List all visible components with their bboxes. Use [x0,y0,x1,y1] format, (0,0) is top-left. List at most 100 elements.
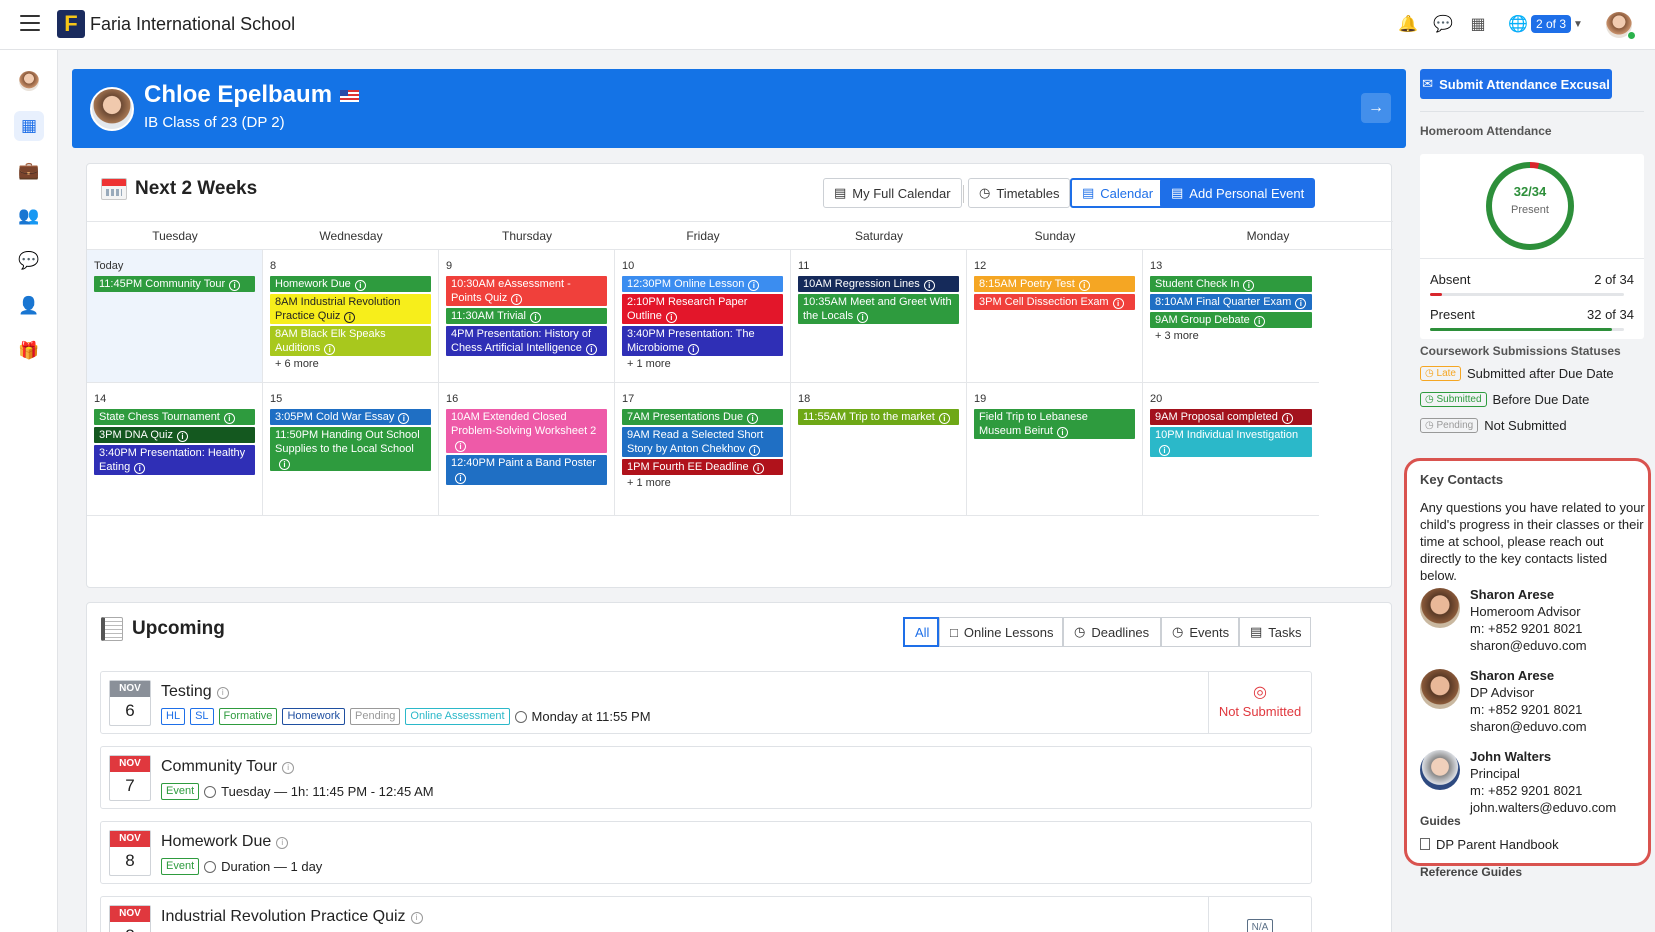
info-icon[interactable]: i [216,687,229,699]
calendar-event[interactable]: 7AM Presentations Due i [622,409,783,425]
info-icon[interactable]: i [585,344,597,355]
info-icon[interactable]: i [1281,413,1293,424]
more-events-link[interactable]: + 1 more [627,477,783,489]
item-title[interactable]: Testing i [161,683,229,701]
my-full-calendar-button[interactable]: ▤ My Full Calendar [823,178,962,208]
info-icon[interactable]: i [747,413,759,424]
upcoming-item[interactable]: NOV8 Industrial Revolution Practice Quiz i… [100,896,1312,932]
filter-events[interactable]: ◷ Events [1161,617,1239,647]
info-icon[interactable]: i [223,413,235,424]
info-icon[interactable]: i [279,459,290,470]
info-icon[interactable]: i [938,413,950,424]
calendar-event[interactable]: 8:10AM Final Quarter Exam i [1150,294,1312,310]
upcoming-item[interactable]: NOV 6 Testing i HL SL Formative Homework Pending… [100,671,1312,734]
info-icon[interactable]: i [748,280,760,291]
contact-email[interactable]: sharon@eduvo.com [1470,638,1587,653]
calendar-event[interactable]: 10:30AM eAssessment - Points Quiz i [446,276,607,306]
info-icon[interactable]: i [530,312,541,323]
add-personal-event-button[interactable]: ▤ Add Personal Event [1160,178,1316,208]
chevron-down-icon[interactable]: ▼ [1568,15,1588,35]
info-icon[interactable]: i [687,344,699,355]
calendar-event[interactable]: Student Check In i [1150,276,1312,292]
item-title[interactable]: Industrial Revolution Practice Quiz i [161,908,423,926]
globe-icon[interactable]: 🌐 [1508,15,1528,35]
info-icon[interactable]: i [324,344,336,355]
calendar-event[interactable]: 9AM Group Debate i [1150,312,1312,328]
sidebar-profile-avatar[interactable] [14,66,44,96]
messages-icon[interactable]: 💬 [14,246,44,276]
item-title[interactable]: Homework Due i [161,833,289,851]
briefcase-icon[interactable]: 💼 [14,156,44,186]
calendar-event[interactable]: 3:40PM Presentation: The Microbiome i [622,326,783,356]
contact-email[interactable]: sharon@eduvo.com [1470,719,1587,734]
info-icon[interactable]: i [229,280,241,291]
info-icon[interactable]: i [1159,445,1170,456]
calendar-event[interactable]: 11:50PM Handing Out School Supplies to t… [270,427,431,471]
child-switcher-badge[interactable]: 2 of 3 [1531,15,1572,33]
calendar-event[interactable]: Field Trip to Lebanese Museum Beirut i [974,409,1135,439]
calendar-event[interactable]: 2:10PM Research Paper Outline i [622,294,783,324]
calendar-event[interactable]: Homework Due i [270,276,431,292]
calendar-event[interactable]: 10:35AM Meet and Greet With the Locals i [798,294,959,324]
info-icon[interactable]: i [511,294,523,305]
dashboard-grid-icon[interactable]: ▦ [14,111,44,141]
chat-icon[interactable]: 💬 [1433,15,1453,35]
info-icon[interactable]: i [749,445,761,456]
info-icon[interactable]: i [410,912,423,924]
bell-icon[interactable]: 🔔 [1398,15,1418,35]
info-icon[interactable]: i [344,312,356,323]
info-icon[interactable]: i [134,463,146,474]
more-events-link[interactable]: + 6 more [275,358,431,370]
calendar-event[interactable]: 8AM Black Elk Speaks Auditions i [270,326,431,356]
calendar-event[interactable]: 4PM Presentation: History of Chess Artif… [446,326,607,356]
timetables-button[interactable]: ◷ Timetables [968,178,1071,208]
calendar-view-button[interactable]: ▤ Calendar [1070,178,1166,208]
calendar-event[interactable]: 10AM Extended Closed Problem-Solving Wor… [446,409,607,453]
calendar-event[interactable]: 8:15AM Poetry Test i [974,276,1135,292]
people-icon[interactable]: 👥 [14,201,44,231]
info-icon[interactable]: i [1295,298,1307,309]
info-icon[interactable]: i [354,280,366,291]
calendar-event[interactable]: 9AM Read a Selected Short Story by Anton… [622,427,783,457]
calendar-event[interactable]: 11:30AM Trivial i [446,308,607,324]
info-icon[interactable]: i [665,312,677,323]
info-icon[interactable]: i [455,473,466,484]
info-icon[interactable]: i [1253,316,1265,327]
info-icon[interactable]: i [923,280,935,291]
info-icon[interactable]: i [1243,280,1255,291]
calendar-event[interactable]: 1PM Fourth EE Deadline i [622,459,783,475]
arrow-right-icon[interactable]: → [1361,93,1391,123]
account-icon[interactable]: 👤 [14,291,44,321]
info-icon[interactable]: i [455,441,466,452]
calendar-event[interactable]: 9AM Proposal completed i [1150,409,1312,425]
info-icon[interactable]: i [276,837,289,849]
calendar-event[interactable]: 11:55AM Trip to the market i [798,409,959,425]
info-icon[interactable]: i [1078,280,1090,291]
calendar-event[interactable]: 3:05PM Cold War Essay i [270,409,431,425]
info-icon[interactable]: i [176,431,188,442]
info-icon[interactable]: i [752,463,764,474]
filter-all[interactable]: All [903,617,939,647]
calendar-event[interactable]: 8AM Industrial Revolution Practice Quiz i [270,294,431,324]
upcoming-item[interactable]: NOV 7 Community Tour i Event Tuesday — 1h: 11… [100,746,1312,809]
calendar-event[interactable]: 3:40PM Presentation: Healthy Eating i [94,445,255,475]
calendar-event[interactable]: 3PM Cell Dissection Exam i [974,294,1135,310]
filter-tasks[interactable]: ▤ Tasks [1239,617,1311,647]
calendar-event[interactable]: 11:45PM Community Tour i [94,276,255,292]
guide-item[interactable]: DP Parent Handbook [1420,837,1559,852]
info-icon[interactable]: i [857,312,869,323]
calendar-event[interactable]: 12:30PM Online Lesson i [622,276,783,292]
upcoming-item[interactable]: NOV 8 Homework Due i Event Duration — 1 day [100,821,1312,884]
calendar-event[interactable]: 10PM Individual Investigation i [1150,427,1312,457]
info-icon[interactable]: i [398,413,410,424]
info-icon[interactable]: i [1056,427,1068,438]
submit-attendance-excusal-button[interactable]: ✉ Submit Attendance Excusal [1420,69,1612,99]
calendar-event[interactable]: 10AM Regression Lines i [798,276,959,292]
calendar-event[interactable]: 3PM DNA Quiz i [94,427,255,443]
filter-online-lessons[interactable]: □ Online Lessons [939,617,1063,647]
apps-grid-icon[interactable]: ▦ [1468,15,1488,35]
more-events-link[interactable]: + 1 more [627,358,783,370]
filter-deadlines[interactable]: ◷ Deadlines [1063,617,1161,647]
contact-email[interactable]: john.walters@eduvo.com [1470,800,1616,815]
gift-icon[interactable]: 🎁 [14,336,44,366]
